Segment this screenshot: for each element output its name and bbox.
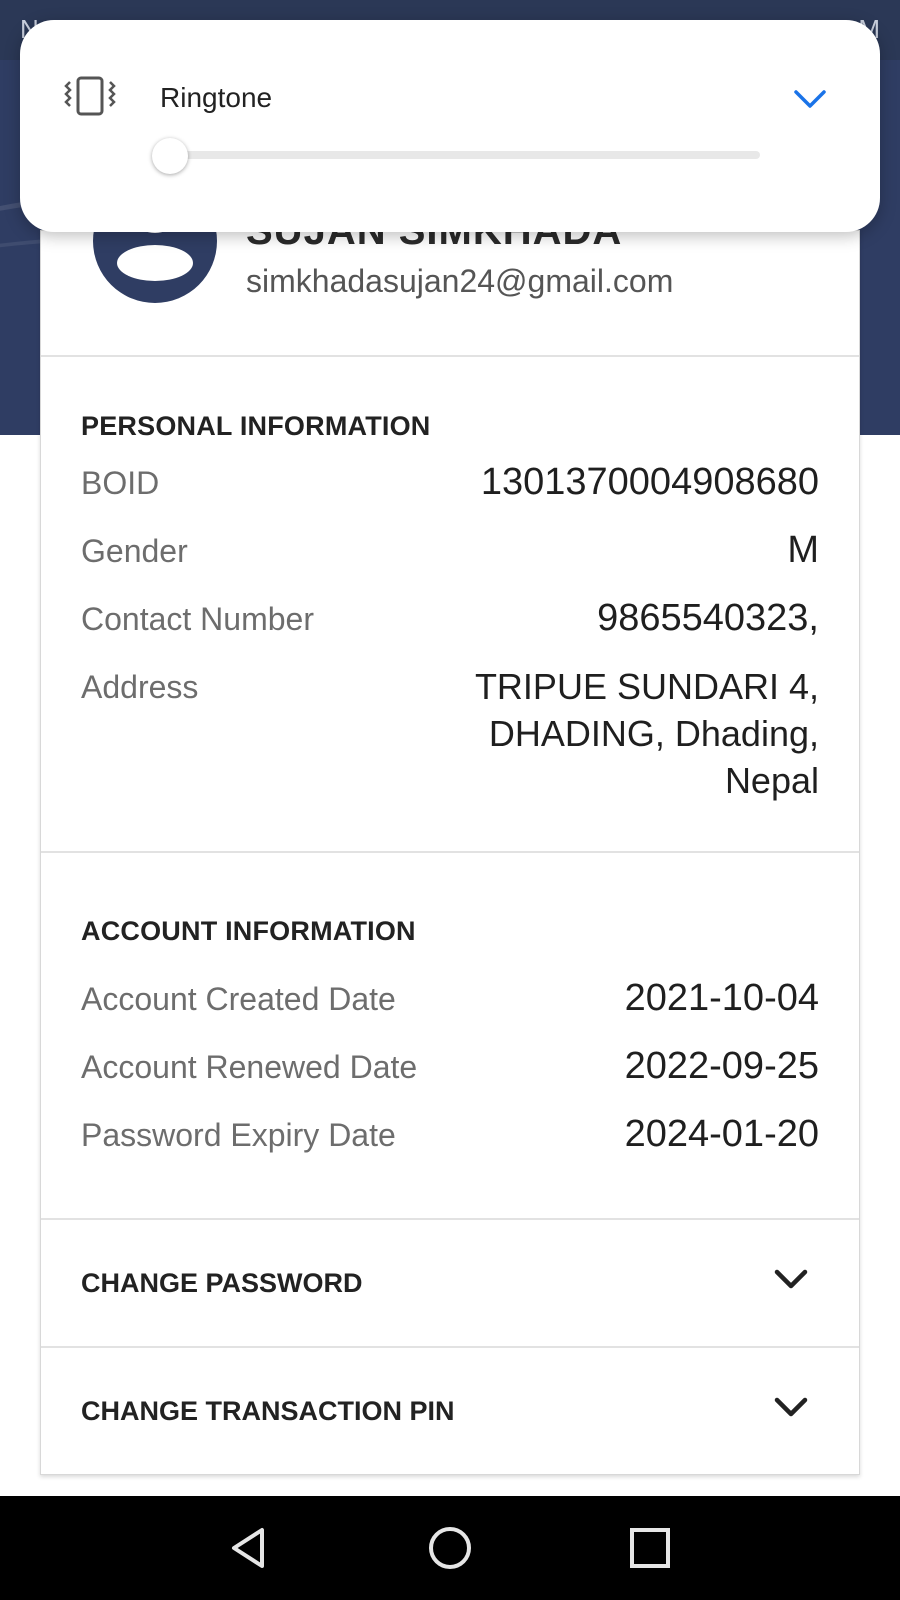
account-created-label: Account Created Date — [81, 981, 396, 1017]
address-label: Address — [81, 669, 199, 705]
contact-number-value: 9865540323, — [597, 597, 819, 639]
change-password-row[interactable]: CHANGE PASSWORD — [41, 1220, 859, 1346]
chevron-down-icon[interactable] — [771, 1264, 811, 1294]
gender-value: M — [787, 529, 819, 571]
profile-card: SUJAN SIMKHADA simkhadasujan24@gmail.com… — [40, 209, 860, 1475]
password-expiry-value: 2024-01-20 — [624, 1113, 819, 1155]
back-icon[interactable] — [222, 1520, 278, 1576]
address-line: Nepal — [724, 760, 819, 801]
account-renewed-value: 2022-09-25 — [624, 1045, 819, 1087]
user-avatar-icon — [93, 221, 217, 303]
account-information-title: ACCOUNT INFORMATION — [81, 916, 416, 946]
password-expiry-label: Password Expiry Date — [81, 1117, 396, 1153]
ringtone-volume-slider[interactable] — [168, 151, 760, 159]
boid-label: BOID — [81, 465, 160, 501]
volume-panel: Ringtone — [20, 20, 880, 232]
chevron-down-icon[interactable] — [792, 84, 828, 112]
account-renewed-label: Account Renewed Date — [81, 1049, 418, 1085]
gender-label: Gender — [81, 533, 188, 569]
change-transaction-pin-label: CHANGE TRANSACTION PIN — [81, 1396, 455, 1426]
divider — [41, 851, 859, 853]
home-icon[interactable] — [422, 1520, 478, 1576]
contact-number-label: Contact Number — [81, 601, 314, 637]
personal-information-title: PERSONAL INFORMATION — [81, 411, 431, 441]
vibrate-icon[interactable] — [62, 74, 118, 118]
address-line: DHADING, Dhading, — [488, 713, 819, 754]
divider — [41, 355, 859, 357]
navigation-bar — [0, 1496, 900, 1600]
change-password-label: CHANGE PASSWORD — [81, 1268, 363, 1298]
change-transaction-pin-row[interactable]: CHANGE TRANSACTION PIN — [41, 1348, 859, 1474]
address-value: TRIPUE SUNDARI 4, DHADING, Dhading, Nepa… — [475, 663, 819, 804]
boid-value: 1301370004908680 — [480, 461, 819, 503]
chevron-down-icon[interactable] — [771, 1392, 811, 1422]
address-line: TRIPUE SUNDARI 4, — [474, 666, 819, 707]
ringtone-label: Ringtone — [160, 82, 273, 113]
slider-thumb[interactable] — [152, 138, 188, 174]
account-created-value: 2021-10-04 — [624, 977, 819, 1019]
recents-icon[interactable] — [622, 1520, 678, 1576]
profile-email: simkhadasujan24@gmail.com — [246, 263, 674, 299]
